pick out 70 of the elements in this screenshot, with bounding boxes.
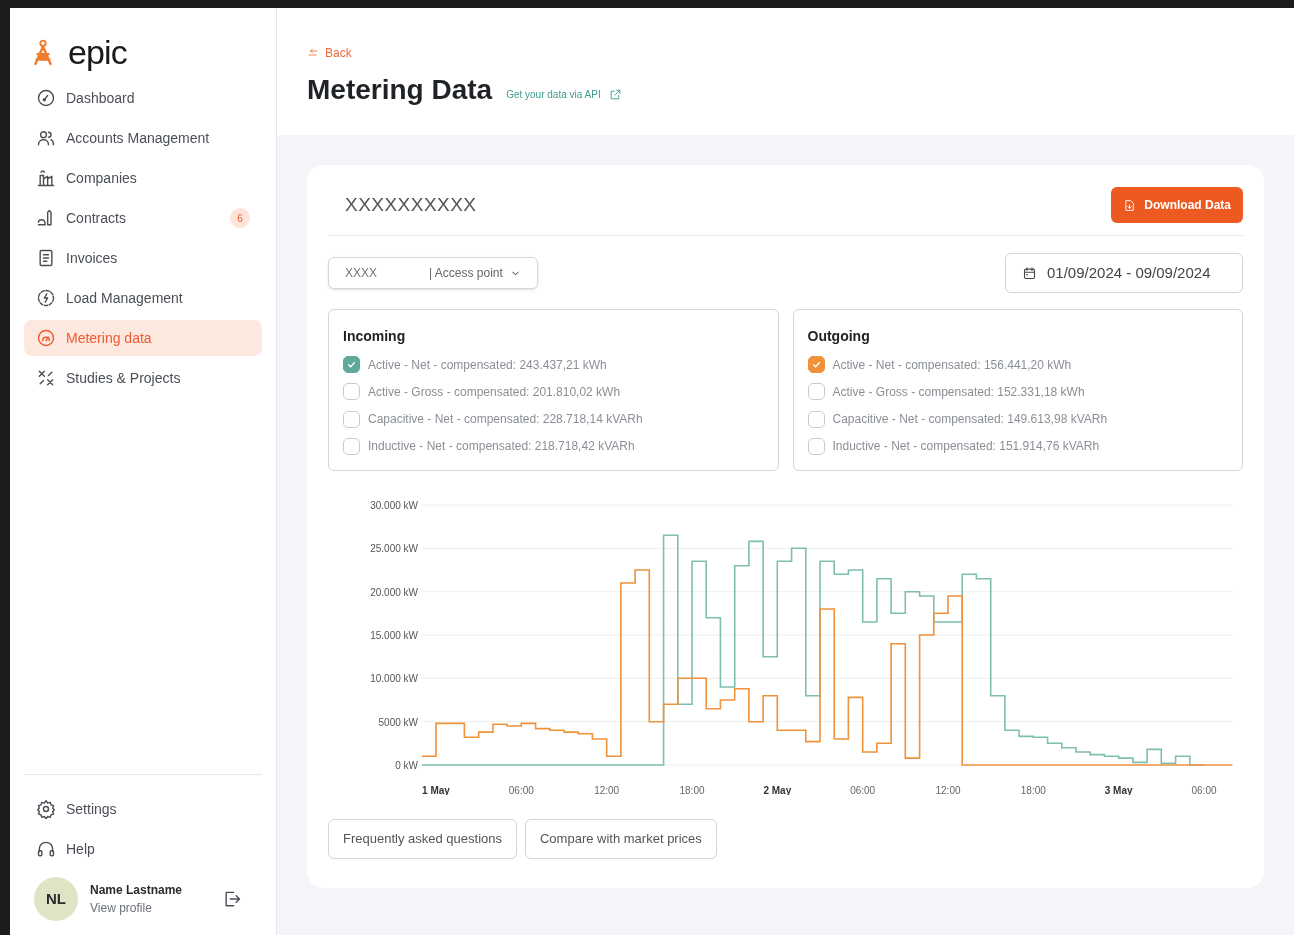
checkbox-option[interactable]: Active - Gross - compensated: 201.810,02 kWh (343, 378, 764, 406)
axis-label: 15.000 kW (370, 630, 418, 641)
user-name: Name Lastname (90, 882, 184, 899)
logout-icon[interactable] (222, 889, 242, 909)
checkbox-option[interactable]: Active - Gross - compensated: 152.331,18 kWh (807, 378, 1228, 406)
sidebar-item[interactable]: Accounts Management (24, 120, 262, 156)
back-link[interactable]: Back (307, 44, 352, 62)
axis-label: 0 kW (395, 760, 418, 771)
count-badge: 6 (230, 208, 250, 228)
checkbox[interactable] (807, 410, 825, 428)
sidebar-item[interactable]: Contracts 6 (24, 200, 262, 236)
checkbox-option[interactable]: Active - Net - compensated: 156.441,20 kWh (807, 351, 1228, 379)
user-avatar: NL (34, 877, 78, 921)
download-button[interactable]: Download Data (1111, 187, 1243, 223)
checkbox[interactable] (807, 437, 825, 455)
checkbox-option[interactable]: Inductive - Net - compensated: 151.914,76 kVARh (807, 432, 1228, 460)
brand-name: epic (68, 35, 127, 69)
checkbox-option[interactable]: Active - Net - compensated: 243.437,21 kWh (343, 351, 764, 379)
axis-label: 30.000 kW (370, 500, 418, 511)
check-icon (810, 359, 822, 371)
date-range-picker[interactable]: 01/09/2024 - 09/09/2024 (1005, 253, 1243, 293)
settings-icon (36, 799, 56, 819)
checkbox[interactable] (343, 356, 360, 374)
panel-title: Incoming (343, 327, 407, 346)
headset-icon (36, 839, 56, 859)
checkbox-option[interactable]: Capacitive - Net - compensated: 149.613,98 kVARh (807, 405, 1228, 433)
checkbox-option[interactable]: Inductive - Net - compensated: 218.718,42 kVARh (343, 432, 764, 460)
axis-label: 18:00 (1020, 785, 1046, 795)
page-title: Metering Data (307, 76, 493, 104)
axis-label: 5000 kW (378, 716, 418, 728)
checkbox[interactable] (343, 383, 360, 401)
checkbox-option[interactable]: Capacitive - Net - compensated: 228.718,14 kVARh (343, 405, 764, 433)
sidebar-item[interactable]: Invoices (24, 240, 262, 276)
secondary-button[interactable]: Frequently asked questions (328, 819, 517, 859)
secondary-button[interactable]: Compare with market prices (525, 819, 717, 859)
gauge-icon (36, 88, 56, 108)
calendar-icon (1022, 265, 1037, 281)
check-icon (346, 359, 357, 371)
axis-label: 20.000 kW (370, 586, 418, 598)
checkbox[interactable] (343, 410, 360, 428)
axis-label: 06:00 (850, 785, 876, 795)
gauge-icon (36, 328, 56, 348)
panel-title: Outgoing (807, 327, 871, 346)
checkbox[interactable] (807, 356, 825, 374)
sidebar-item[interactable]: Companies (24, 160, 262, 196)
users-icon (36, 128, 56, 148)
sidebar-item[interactable]: Settings (24, 789, 262, 829)
sidebar-item[interactable]: Help (24, 829, 262, 869)
axis-label: 10.000 kW (370, 673, 418, 685)
sidebar-item[interactable]: Load Management (24, 280, 262, 316)
profile-link[interactable]: View profile (90, 899, 210, 917)
return-arrow-icon (307, 47, 319, 59)
external-link-icon (608, 88, 622, 101)
api-link[interactable]: Get your data via API (506, 87, 622, 102)
file-download-icon (1123, 198, 1137, 212)
access-point-dropdown[interactable]: XXXX | Access point (328, 257, 538, 289)
axis-label: 06:00 (1191, 785, 1217, 795)
axis-label: 18:00 (679, 785, 705, 795)
bolt-icon (36, 288, 56, 308)
invoice-icon (36, 248, 56, 268)
checkbox[interactable] (343, 437, 360, 455)
factory-icon (36, 168, 56, 188)
checkbox[interactable] (807, 383, 825, 401)
axis-label: 06:00 (508, 785, 534, 795)
axis-label: 12:00 (935, 785, 961, 795)
card-title: XXXXXXXXXX (344, 192, 477, 217)
axis-label: 25.000 kW (370, 543, 418, 555)
sidebar-item[interactable]: Studies & Projects (24, 360, 262, 396)
sidebar-item[interactable]: Dashboard (24, 80, 262, 116)
axis-label: 12:00 (594, 785, 620, 795)
